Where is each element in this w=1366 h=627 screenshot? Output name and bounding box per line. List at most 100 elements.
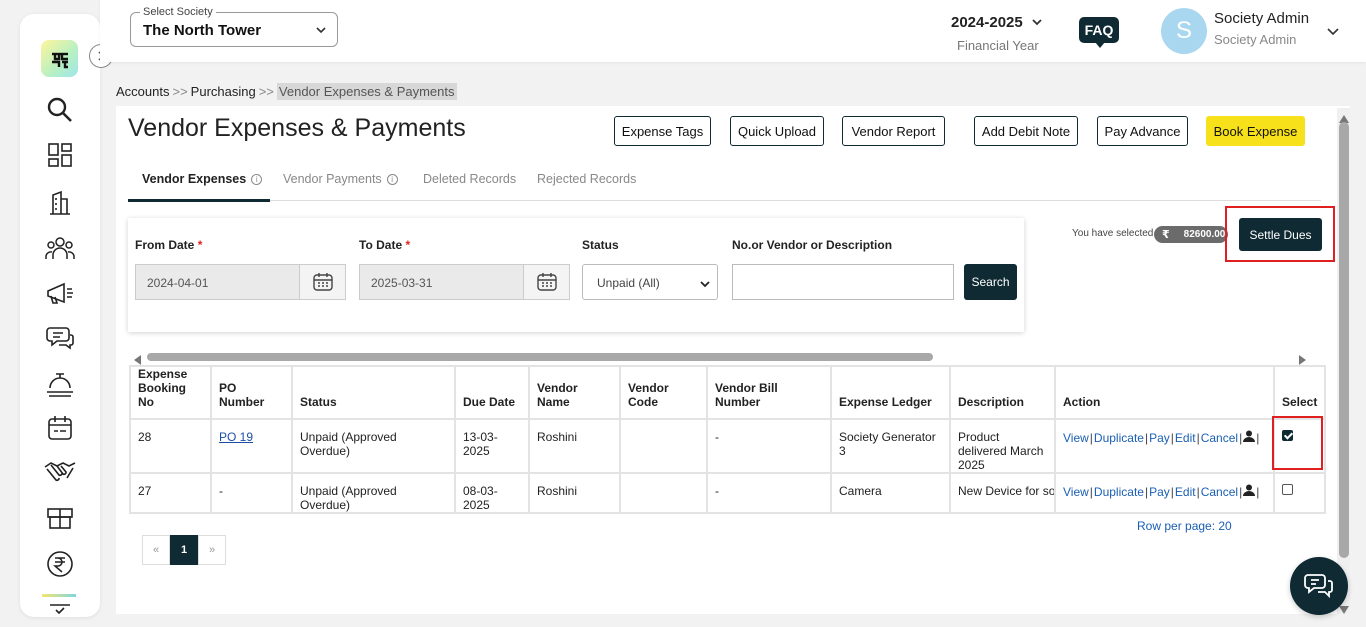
row-select-checkbox[interactable] <box>1282 484 1293 495</box>
search-label: No.or Vendor or Description <box>732 238 893 252</box>
cell-booking-no: 28 <box>129 418 212 474</box>
search-input[interactable] <box>732 264 954 300</box>
quick-upload-button[interactable]: Quick Upload <box>730 116 824 146</box>
required-mark: * <box>197 238 203 252</box>
handshake-icon[interactable] <box>44 456 76 488</box>
to-date-field[interactable]: 2025-03-31 <box>359 264 570 300</box>
cell-due-date: 08-03-2025 <box>454 472 530 514</box>
dashboard-icon[interactable] <box>44 139 76 171</box>
chevron-down-icon[interactable] <box>1326 24 1340 43</box>
cell-description: Product delivered March 2025 <box>949 418 1056 474</box>
from-date-label: From Date * <box>135 238 202 252</box>
pay-link[interactable]: Pay <box>1149 485 1170 499</box>
po-link[interactable]: PO 19 <box>219 430 253 444</box>
tab-deleted-records-label: Deleted Records <box>423 172 517 186</box>
edit-link[interactable]: Edit <box>1175 485 1196 499</box>
vendor-report-button[interactable]: Vendor Report <box>842 116 945 146</box>
pay-link[interactable]: Pay <box>1149 431 1170 445</box>
tab-bar: Vendor Expenses i Vendor Payments i Dele… <box>128 164 1321 202</box>
tab-rejected-records[interactable]: Rejected Records <box>537 172 636 186</box>
package-icon[interactable] <box>44 502 76 534</box>
to-date-value: 2025-03-31 <box>371 276 433 290</box>
faq-button[interactable]: FAQ <box>1079 17 1119 48</box>
expenses-table: Expense Booking No PO Number Status Due … <box>129 365 1327 514</box>
edit-link[interactable]: Edit <box>1175 431 1196 445</box>
user-icon[interactable] <box>1243 430 1256 445</box>
vertical-scrollbar[interactable] <box>1339 122 1349 558</box>
pagination-page[interactable]: 1 <box>170 535 198 565</box>
to-date-label-text: To Date <box>359 238 403 252</box>
view-link[interactable]: View <box>1063 431 1089 445</box>
status-label: Status <box>582 238 619 252</box>
breadcrumb-purchasing[interactable]: Purchasing <box>191 84 256 99</box>
user-name[interactable]: Society Admin <box>1214 10 1309 27</box>
checklist-icon[interactable] <box>44 602 76 616</box>
top-header: Select Society The North Tower 2024-2025… <box>100 0 1366 62</box>
col-vendor-code: Vendor Code <box>619 365 708 420</box>
society-select[interactable]: Select Society The North Tower <box>130 6 338 47</box>
info-icon[interactable]: i <box>386 173 398 185</box>
chat-support-button[interactable] <box>1290 557 1348 615</box>
from-date-value: 2024-04-01 <box>147 276 209 290</box>
action-separator: | <box>1196 485 1200 499</box>
chat-icon <box>1304 574 1333 599</box>
cell-due-date: 13-03-2025 <box>454 418 530 474</box>
cell-select <box>1272 472 1327 514</box>
col-action: Action <box>1054 365 1275 420</box>
members-icon[interactable] <box>44 232 76 264</box>
expense-tags-button[interactable]: Expense Tags <box>614 116 711 146</box>
book-expense-button[interactable]: Book Expense <box>1206 116 1305 146</box>
rupee-icon[interactable] <box>44 548 76 580</box>
building-icon[interactable] <box>44 186 76 218</box>
user-icon[interactable] <box>1243 484 1256 499</box>
pagination-prev[interactable]: « <box>142 535 170 565</box>
rows-per-page[interactable]: Row per page: 20 <box>1137 519 1232 533</box>
pagination: « 1 » <box>142 535 226 565</box>
sidebar <box>20 14 113 617</box>
pagination-next[interactable]: » <box>198 535 226 565</box>
col-vendor-bill: Vendor Bill Number <box>706 365 832 420</box>
avatar[interactable]: S <box>1161 8 1207 54</box>
pay-advance-button[interactable]: Pay Advance <box>1097 116 1188 146</box>
breadcrumb-current: Vendor Expenses & Payments <box>276 83 457 100</box>
financial-year-selector[interactable]: 2024-2025 <box>951 14 1023 31</box>
cell-vendor-code <box>619 418 708 474</box>
cell-vendor-bill: - <box>706 472 832 514</box>
cell-vendor-name: Roshini <box>528 418 621 474</box>
facility-icon[interactable] <box>44 368 76 400</box>
add-debit-note-button[interactable]: Add Debit Note <box>974 116 1078 146</box>
breadcrumb-accounts[interactable]: Accounts <box>116 84 169 99</box>
chevron-down-icon <box>699 277 711 295</box>
from-date-field[interactable]: 2024-04-01 <box>135 264 346 300</box>
calendar-icon[interactable] <box>44 412 76 444</box>
info-icon[interactable]: i <box>251 173 263 185</box>
cancel-link[interactable]: Cancel <box>1201 485 1238 499</box>
sidebar-active-indicator <box>42 594 76 597</box>
search-button[interactable]: Search <box>964 264 1017 300</box>
tab-vendor-payments[interactable]: Vendor Payments i <box>283 172 398 186</box>
col-status: Status <box>291 365 456 420</box>
tab-vendor-expenses[interactable]: Vendor Expenses i <box>142 172 263 186</box>
chat-icon[interactable] <box>44 322 76 354</box>
view-link[interactable]: View <box>1063 485 1089 499</box>
settle-dues-button[interactable]: Settle Dues <box>1239 218 1322 251</box>
cell-status: Unpaid (Approved Overdue) <box>291 418 456 474</box>
tab-deleted-records[interactable]: Deleted Records <box>423 172 516 186</box>
calendar-icon[interactable] <box>523 265 569 299</box>
horizontal-scrollbar[interactable] <box>147 353 933 361</box>
cell-actions: View|Duplicate|Pay|Edit|Cancel| | <box>1054 418 1275 474</box>
search-icon[interactable] <box>44 94 76 126</box>
table-row: 27 - Unpaid (Approved Overdue) 08-03-202… <box>129 472 1327 514</box>
status-select[interactable]: Unpaid (All) <box>582 264 718 300</box>
chevron-down-icon[interactable] <box>1031 15 1043 33</box>
cell-status: Unpaid (Approved Overdue) <box>291 472 456 514</box>
announcement-icon[interactable] <box>44 277 76 309</box>
app-logo-icon[interactable] <box>41 40 78 77</box>
calendar-icon[interactable] <box>299 265 345 299</box>
cell-vendor-name: Roshini <box>528 472 621 514</box>
duplicate-link[interactable]: Duplicate <box>1094 485 1144 499</box>
duplicate-link[interactable]: Duplicate <box>1094 431 1144 445</box>
cancel-link[interactable]: Cancel <box>1201 431 1238 445</box>
cell-po-number: PO 19 <box>210 418 293 474</box>
table-row: 28 PO 19 Unpaid (Approved Overdue) 13-03… <box>129 418 1327 474</box>
